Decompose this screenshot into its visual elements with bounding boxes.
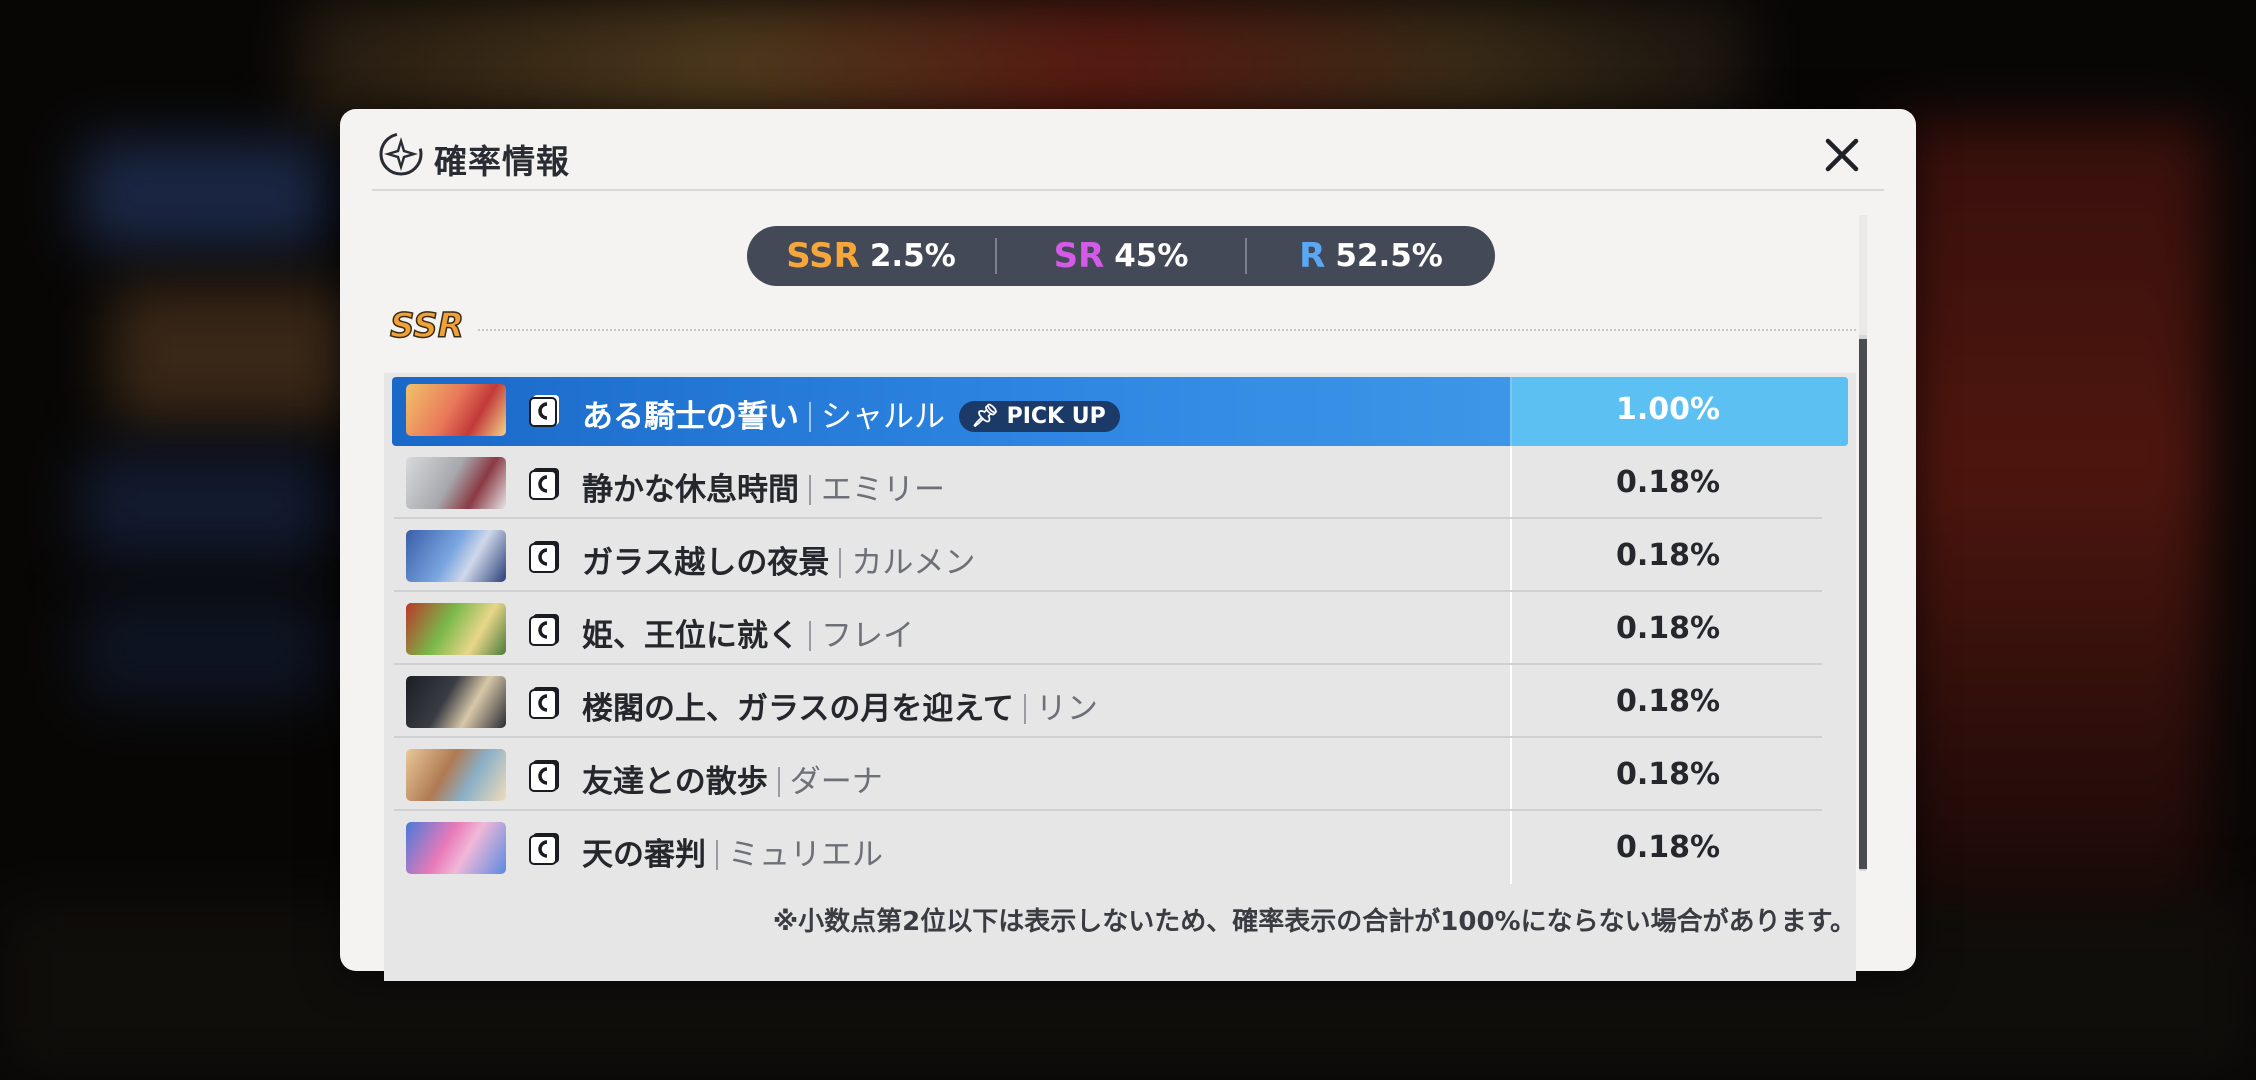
card-thumbnail: [406, 530, 506, 582]
card-name: 楼閣の上、ガラスの月を迎えて: [582, 691, 1014, 727]
card-thumbnail: [406, 603, 506, 655]
probability-value: 1.00%: [1615, 392, 1721, 427]
probability-value: 0.18%: [1615, 538, 1721, 573]
card-type-icon: [529, 833, 559, 865]
card-type-icon: [529, 541, 559, 573]
card-thumbnail: [406, 457, 506, 509]
rate-r: R 52.5%: [1247, 226, 1495, 286]
card-probability-list[interactable]: ある騎士の誓い シャルル 📌︎ PICK UP 1.00% 静かな休息時間 エミリー …: [384, 373, 1856, 981]
pin-icon: 📌︎: [971, 404, 1007, 429]
probability-value: 0.18%: [1615, 611, 1721, 646]
list-item[interactable]: ある騎士の誓い シャルル 📌︎ PICK UP 1.00%: [392, 377, 1848, 446]
card-name: 天の審判: [582, 837, 706, 873]
rate-sr: SR 45%: [997, 226, 1245, 286]
character-name: エミリー: [821, 472, 945, 508]
scrollbar-thumb[interactable]: [1859, 215, 1867, 335]
card-name: 友達との散歩: [582, 764, 768, 800]
probability-value: 0.18%: [1615, 465, 1721, 500]
character-name: ダーナ: [789, 764, 883, 800]
character-name: シャルル: [821, 399, 945, 435]
card-name: 姫、王位に就く: [582, 618, 799, 654]
character-name: カルメン: [851, 545, 976, 581]
card-name: ガラス越しの夜景: [582, 545, 830, 581]
modal-header: 確率情報: [372, 109, 1884, 191]
card-type-icon: [529, 395, 559, 427]
character-name: リン: [1035, 691, 1098, 727]
card-type-icon: [529, 468, 559, 500]
probability-value: 0.18%: [1615, 684, 1721, 719]
card-type-icon: [529, 614, 559, 646]
card-thumbnail: [406, 384, 506, 436]
list-item[interactable]: 楼閣の上、ガラスの月を迎えて リン 0.18%: [384, 665, 1856, 738]
compass-star-icon: [379, 132, 423, 176]
list-item[interactable]: ガラス越しの夜景 カルメン 0.18%: [384, 519, 1856, 592]
rate-value: 52.5%: [1335, 238, 1443, 274]
modal-title: 確率情報: [434, 142, 570, 181]
probability-value: 0.18%: [1615, 830, 1721, 865]
rank-label: R: [1299, 236, 1326, 276]
probability-value: 0.18%: [1615, 757, 1721, 792]
card-thumbnail: [406, 822, 506, 874]
card-name: ある騎士の誓い: [582, 399, 799, 435]
card-thumbnail: [406, 749, 506, 801]
list-item[interactable]: 静かな休息時間 エミリー 0.18%: [384, 446, 1856, 519]
rate-value: 2.5%: [869, 238, 956, 274]
rate-value: 45%: [1114, 238, 1189, 274]
section-divider: [478, 329, 1856, 331]
character-name: フレイ: [821, 618, 914, 654]
probability-info-modal: 確率情報 SSR 2.5% SR 45% R 52.5% SSR ある騎士の誓い…: [340, 109, 1916, 981]
list-item[interactable]: 天の審判 ミュリエル 0.18%: [384, 811, 1856, 884]
rank-label: SSR: [786, 236, 860, 276]
rank-label: SR: [1053, 236, 1105, 276]
close-icon[interactable]: [1820, 133, 1864, 177]
character-name: ミュリエル: [728, 837, 883, 873]
footnote: ※小数点第2位以下は表示しないため、確率表示の合計が100%にならない場合があり…: [772, 907, 1856, 937]
list-item[interactable]: 姫、王位に就く フレイ 0.18%: [384, 592, 1856, 665]
card-type-icon: [529, 760, 559, 792]
card-type-icon: [529, 687, 559, 719]
scrollbar-rail: [1859, 339, 1867, 869]
card-name: 静かな休息時間: [582, 472, 799, 508]
rarity-rates-pill: SSR 2.5% SR 45% R 52.5%: [747, 226, 1495, 286]
pickup-badge: 📌︎ PICK UP: [959, 401, 1120, 432]
list-item[interactable]: 友達との散歩 ダーナ 0.18%: [384, 738, 1856, 811]
card-thumbnail: [406, 676, 506, 728]
rate-ssr: SSR 2.5%: [747, 226, 995, 286]
section-label-ssr: SSR: [389, 305, 464, 347]
